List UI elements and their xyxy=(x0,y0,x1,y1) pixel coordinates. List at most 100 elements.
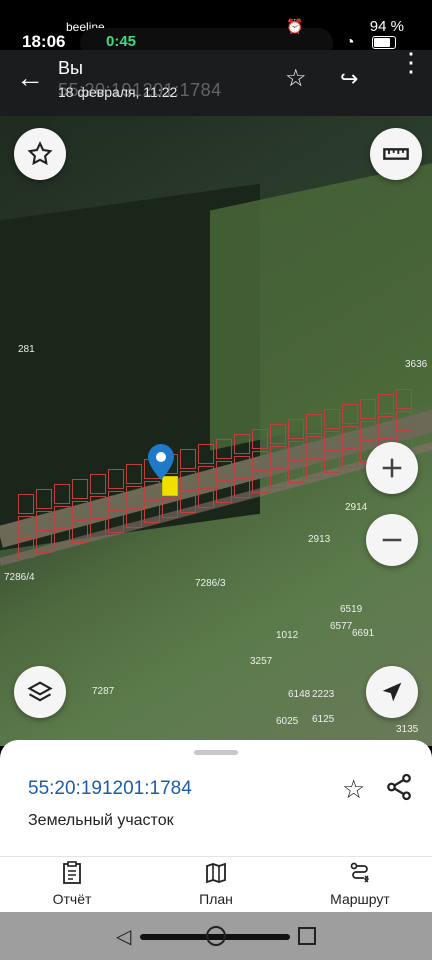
home-circle-icon[interactable] xyxy=(206,926,226,946)
land-parcel[interactable] xyxy=(324,453,340,473)
land-parcel[interactable] xyxy=(360,421,376,441)
star-icon[interactable]: ☆ xyxy=(342,774,365,805)
land-parcel[interactable] xyxy=(18,538,34,558)
clock-left: 18:06 xyxy=(22,32,66,51)
land-parcel[interactable] xyxy=(36,533,52,553)
land-parcel[interactable] xyxy=(126,508,142,528)
alarm-icon: ⏰ xyxy=(286,18,304,34)
zoom-out-button[interactable] xyxy=(366,514,418,566)
drag-handle[interactable] xyxy=(194,750,238,755)
favorite-map-button[interactable] xyxy=(14,128,66,180)
land-parcel[interactable] xyxy=(126,464,142,484)
land-parcel[interactable] xyxy=(342,448,358,468)
bottom-navigation: Отчёт План Маршрут xyxy=(0,856,432,913)
ruler-button[interactable] xyxy=(370,128,422,180)
land-parcel[interactable] xyxy=(252,451,268,471)
zoom-in-button[interactable] xyxy=(366,442,418,494)
land-parcel[interactable] xyxy=(360,399,376,419)
land-parcel[interactable] xyxy=(270,468,286,488)
share-icon[interactable] xyxy=(384,772,414,802)
land-parcel[interactable] xyxy=(54,506,70,526)
land-parcel[interactable] xyxy=(144,481,160,501)
land-parcel[interactable] xyxy=(144,503,160,523)
battery-percent: 94 % xyxy=(369,18,404,35)
land-parcel[interactable] xyxy=(288,419,304,439)
land-parcel[interactable] xyxy=(198,444,214,464)
land-parcel[interactable] xyxy=(36,489,52,509)
land-parcel[interactable] xyxy=(216,483,232,503)
recents-square-icon[interactable] xyxy=(298,927,316,945)
land-parcel[interactable] xyxy=(342,404,358,424)
land-parcel[interactable] xyxy=(288,441,304,461)
land-parcel[interactable] xyxy=(342,426,358,446)
land-parcel[interactable] xyxy=(36,511,52,531)
ruler-icon xyxy=(383,148,409,160)
map-label: 7286/4 xyxy=(4,572,35,583)
land-parcel[interactable] xyxy=(72,479,88,499)
land-parcel[interactable] xyxy=(288,463,304,483)
cadastral-number[interactable]: 55:20:191201:1784 xyxy=(28,778,192,800)
land-parcel[interactable] xyxy=(108,491,124,511)
land-parcel[interactable] xyxy=(18,494,34,514)
land-parcel[interactable] xyxy=(54,528,70,548)
land-parcel[interactable] xyxy=(108,513,124,533)
layers-button[interactable] xyxy=(14,666,66,718)
land-parcel[interactable] xyxy=(126,486,142,506)
land-parcel[interactable] xyxy=(54,484,70,504)
land-parcel[interactable] xyxy=(198,466,214,486)
map-label: 2914 xyxy=(345,502,368,513)
map-label: 7287 xyxy=(92,686,115,697)
land-parcel[interactable] xyxy=(180,471,196,491)
back-triangle-icon[interactable]: ◁ xyxy=(116,924,131,949)
land-parcel[interactable] xyxy=(90,496,106,516)
land-parcel[interactable] xyxy=(324,431,340,451)
map-label: 6519 xyxy=(340,604,363,615)
land-parcel[interactable] xyxy=(252,473,268,493)
more-vert-icon[interactable]: ⋮ xyxy=(398,49,424,75)
land-parcel[interactable] xyxy=(180,449,196,469)
land-parcel[interactable] xyxy=(378,394,394,414)
status-bar: 18:06 beeline 0:45 ⏰ 94 % ◔ xyxy=(0,0,432,58)
land-parcel[interactable] xyxy=(180,493,196,513)
land-parcel[interactable] xyxy=(306,436,322,456)
land-parcel[interactable] xyxy=(72,501,88,521)
land-parcel[interactable] xyxy=(396,389,412,409)
location-pin-icon[interactable] xyxy=(148,444,174,480)
star-icon[interactable]: ☆ xyxy=(285,64,307,93)
land-parcel[interactable] xyxy=(234,456,250,476)
land-parcel[interactable] xyxy=(18,516,34,536)
nav-plan-label: План xyxy=(199,891,233,907)
land-parcel[interactable] xyxy=(216,461,232,481)
my-location-button[interactable] xyxy=(366,666,418,718)
land-parcel[interactable] xyxy=(396,411,412,431)
land-parcel[interactable] xyxy=(270,446,286,466)
map-label: 3636 xyxy=(405,359,428,370)
forward-icon[interactable]: ↪ xyxy=(340,66,358,92)
land-parcel[interactable] xyxy=(252,429,268,449)
minus-icon xyxy=(382,538,402,542)
top-toolbar: ← Вы 55:20:191201:1784 18 февраля, 11:22… xyxy=(0,49,432,116)
land-parcel[interactable] xyxy=(306,458,322,478)
map-label: 6025 xyxy=(276,716,299,727)
nav-route-label: Маршрут xyxy=(330,891,390,907)
nav-route[interactable]: Маршрут xyxy=(300,861,420,907)
land-parcel[interactable] xyxy=(324,409,340,429)
land-parcel[interactable] xyxy=(108,469,124,489)
land-parcel[interactable] xyxy=(72,523,88,543)
land-parcel[interactable] xyxy=(198,488,214,508)
land-parcel[interactable] xyxy=(306,414,322,434)
nav-plan[interactable]: План xyxy=(156,861,276,907)
land-parcel[interactable] xyxy=(378,416,394,436)
land-parcel[interactable] xyxy=(90,474,106,494)
land-parcel[interactable] xyxy=(90,518,106,538)
land-parcel[interactable] xyxy=(234,478,250,498)
map-label: 6125 xyxy=(312,714,335,725)
back-arrow-icon[interactable]: ← xyxy=(16,62,44,94)
land-parcel[interactable] xyxy=(270,424,286,444)
land-parcel[interactable] xyxy=(234,434,250,454)
land-parcel[interactable] xyxy=(216,439,232,459)
object-info-sheet[interactable]: 55:20:191201:1784 Земельный участок ☆ xyxy=(0,740,432,856)
land-parcel[interactable] xyxy=(162,498,178,518)
satellite-map[interactable]: 281 3636 2914 2913 7286/3 1012 7286/4 32… xyxy=(0,116,432,746)
nav-report[interactable]: Отчёт xyxy=(12,861,132,907)
